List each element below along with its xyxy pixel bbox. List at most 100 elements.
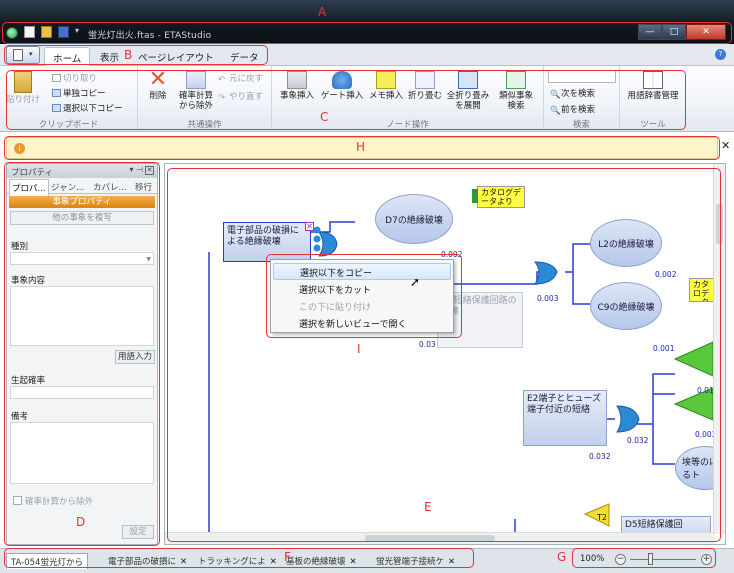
fault-tree-canvas[interactable]: 電子部品の破損による絶縁破壊 ✕ D7の絶縁破壊 0.002 カタログデータより…: [164, 163, 726, 545]
tab-data[interactable]: データ: [222, 47, 267, 66]
memo-insert-icon: [376, 71, 396, 89]
dictionary-button[interactable]: 用語辞書管理: [622, 71, 684, 101]
selected-event-node[interactable]: 電子部品の破損による絶縁破壊: [223, 222, 311, 262]
node-ops-group: 事象挿入 ゲート挿入 メモ挿入 折り畳む 全折り畳み を展開 類似事象 検索 ノ…: [272, 66, 544, 132]
annotation-label-e: E: [424, 500, 432, 514]
probability-input[interactable]: [10, 386, 154, 399]
zoom-level: 100%: [580, 554, 605, 564]
app-menu-button[interactable]: ▾: [6, 46, 40, 64]
menu-copy-below[interactable]: 選択以下をコピー: [273, 263, 451, 280]
node-delete-icon[interactable]: ✕: [305, 222, 314, 231]
doc-tab-2[interactable]: 電子部品の破損に ✕: [104, 553, 191, 569]
property-panel-header: プロパティ ▾ ⊣ ✕: [7, 164, 157, 178]
prob-c9: 0.001: [653, 344, 675, 353]
tab-properties[interactable]: プロパ...: [9, 179, 49, 196]
delete-button[interactable]: ✕ 削除: [144, 67, 172, 102]
tools-group: 用語辞書管理 ツール: [620, 66, 686, 132]
close-button[interactable]: ✕: [686, 24, 726, 40]
app-icon[interactable]: [6, 27, 18, 39]
expand-all-button[interactable]: 全折り畳み を展開: [444, 71, 492, 111]
minimize-button[interactable]: —: [638, 24, 662, 40]
similar-search-button[interactable]: 類似事象 検索: [494, 71, 538, 111]
gate-t2-label: T2: [597, 513, 607, 522]
window-title: 蛍光灯出火.ftas - ETAStudio: [88, 31, 212, 41]
find-next-button[interactable]: 🔍次を検索: [550, 87, 595, 100]
event-l2[interactable]: L2の絶縁破壊: [590, 219, 662, 267]
tab-genre[interactable]: ジャン...: [49, 179, 86, 195]
prob-l2: 0.002: [655, 270, 677, 279]
find-prev-button[interactable]: 🔍前を検索: [550, 103, 595, 116]
catalog-memo[interactable]: カタログデータより: [472, 186, 525, 208]
help-icon[interactable]: ?: [715, 49, 726, 60]
paste-button[interactable]: 貼り付け: [6, 71, 40, 105]
exclude-calc-button[interactable]: 確率計算 から除外: [174, 71, 218, 111]
mouse-cursor-icon: ➚: [410, 275, 421, 289]
notes-textarea[interactable]: [10, 422, 154, 484]
cut-button[interactable]: 切り取り: [52, 72, 97, 84]
undo-button[interactable]: ↶ 元に戻す: [218, 72, 263, 85]
menu-paste-below[interactable]: この下に貼り付け: [273, 297, 451, 314]
vertical-scroll-thumb[interactable]: [716, 204, 723, 244]
similar-event-icon: [506, 71, 526, 89]
tab-view[interactable]: 表示: [92, 47, 127, 66]
event-insert-button[interactable]: 事象挿入: [276, 71, 318, 101]
tab-home[interactable]: ホーム: [44, 47, 91, 66]
tab-page-layout[interactable]: ページレイアウト: [130, 47, 222, 66]
doc-tab-3[interactable]: トラッキングによ ✕: [194, 553, 281, 569]
save-icon[interactable]: [58, 26, 69, 38]
fold-button[interactable]: 折り畳む: [408, 71, 442, 101]
event-e2[interactable]: E2端子とヒューズ端子付近の短絡: [523, 390, 607, 446]
zoom-out-icon[interactable]: −: [615, 554, 626, 565]
calc-exclude-icon: [186, 71, 206, 89]
content-textarea[interactable]: [10, 286, 154, 346]
tab-close-icon[interactable]: ✕: [270, 557, 277, 567]
menu-open-new-view[interactable]: 選択を新しいビューで開く: [273, 314, 451, 331]
quick-access-dropdown-icon[interactable]: ▾: [75, 26, 86, 38]
event-d7[interactable]: D7の絶縁破壊: [375, 194, 453, 244]
horizontal-scrollbar[interactable]: [165, 532, 715, 544]
settings-button[interactable]: 設定: [122, 525, 154, 539]
panel-close-icon[interactable]: ✕: [145, 166, 154, 175]
ribbon-tab-bar: ▾ ホーム 表示 ページレイアウト データ ?: [0, 44, 734, 66]
tab-migration[interactable]: 移行: [133, 179, 154, 195]
tab-close-icon[interactable]: ✕: [180, 557, 187, 567]
copy-single-button[interactable]: 単独コピー: [52, 87, 106, 99]
exclude-calc-checkbox[interactable]: [13, 496, 22, 505]
tab-coverage[interactable]: カバレ...: [91, 179, 129, 195]
search-input[interactable]: [548, 70, 616, 83]
copy-other-event-button[interactable]: 他の事象を複写: [10, 211, 154, 225]
tab-close-icon[interactable]: ✕: [350, 557, 357, 567]
doc-tab-1[interactable]: TA-054蛍光灯から: [6, 553, 88, 569]
context-menu: 選択以下をコピー 選択以下をカット この下に貼り付け 選択を新しいビューで開く: [270, 259, 454, 333]
property-panel: プロパティ ▾ ⊣ ✕ プロパ... ジャン... カバレ... 移行 事象プロ…: [6, 163, 158, 545]
doc-tab-4[interactable]: 基板の絶縁破壊 ✕: [282, 553, 361, 569]
annotation-label-c: C: [320, 110, 329, 124]
tab-close-icon[interactable]: ✕: [448, 557, 455, 567]
memo-insert-button[interactable]: メモ挿入: [366, 71, 406, 101]
delete-x-icon: ✕: [148, 67, 168, 92]
zoom-slider-track[interactable]: [630, 559, 696, 560]
copy-icon: [52, 89, 61, 97]
gate-insert-button[interactable]: ゲート挿入: [320, 71, 364, 101]
open-folder-icon[interactable]: [41, 26, 52, 38]
new-file-icon[interactable]: [24, 26, 35, 38]
copy-below-button[interactable]: 選択以下コピー: [52, 102, 123, 114]
annotation-label-h: H: [356, 140, 366, 154]
zoom-in-icon[interactable]: +: [701, 554, 712, 565]
copy-tree-icon: [52, 104, 61, 112]
horizontal-scroll-thumb[interactable]: [365, 535, 495, 542]
doc-tab-5[interactable]: 蛍光管端子接続ケ ✕: [372, 553, 459, 569]
type-select[interactable]: ▼: [10, 252, 154, 265]
menu-cut-below[interactable]: 選択以下をカット: [273, 280, 451, 297]
vertical-scrollbar[interactable]: [713, 164, 725, 534]
zoom-slider-thumb[interactable]: [648, 553, 653, 565]
infobar-close-icon[interactable]: ✕: [721, 139, 730, 152]
term-input-button[interactable]: 用語入力: [115, 350, 155, 364]
maximize-button[interactable]: □: [662, 24, 686, 40]
redo-button[interactable]: ↷ やり直す: [218, 90, 263, 103]
find-next-icon: 🔍: [550, 90, 561, 100]
tree-expand-icon: [458, 71, 478, 89]
prob-gate-1: 0.003: [537, 294, 559, 303]
event-c9[interactable]: C9の絶縁破壊: [590, 282, 662, 330]
pin-icon[interactable]: ▾ ⊣: [129, 165, 143, 174]
